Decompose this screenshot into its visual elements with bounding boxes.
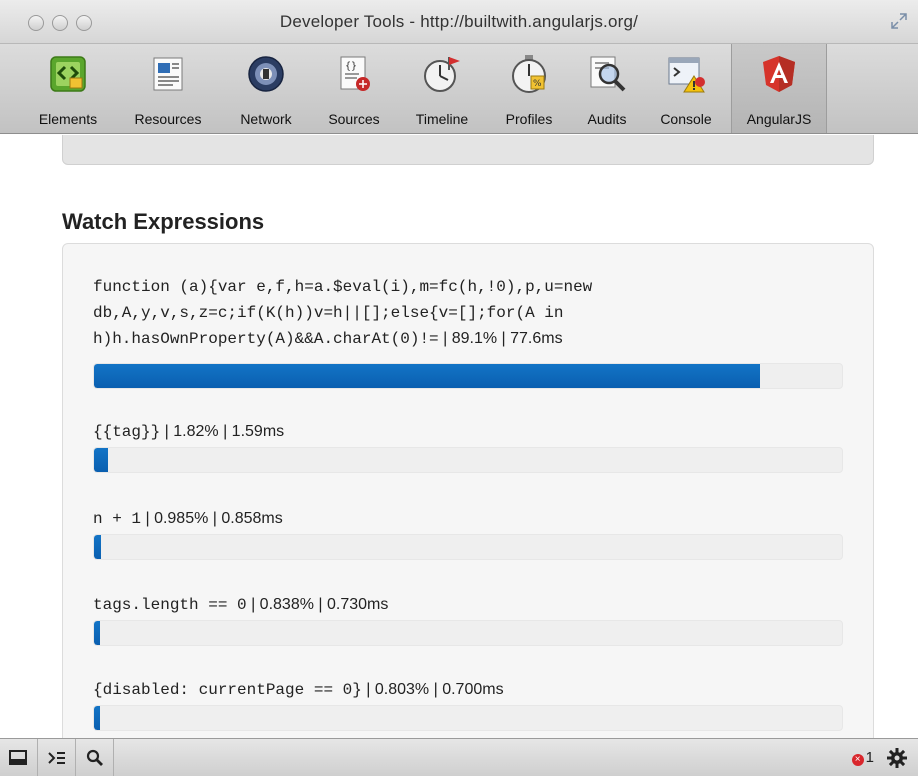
elements-icon [50,56,86,92]
console-drawer-icon [48,752,65,764]
search-button[interactable] [76,739,114,776]
watch-expressions-panel: function (a){var e,f,h=a.$eval(i),m=fc(h… [62,243,874,738]
expression-code: n + 1 [93,510,142,528]
watch-expression-item: function (a){var e,f,h=a.$eval(i),m=fc(h… [93,274,813,352]
tab-console[interactable]: Console [646,44,726,133]
previous-section-panel [62,135,874,165]
expression-timing-bar-fill [94,448,108,472]
angularjs-panel-content[interactable]: Watch Expressions function (a){var e,f,h… [0,135,918,738]
gear-icon[interactable] [886,747,908,769]
expression-timing-bar [93,620,843,646]
tab-label: AngularJS [746,111,812,127]
tab-label: Sources [328,111,380,127]
error-icon: × [851,754,864,766]
tab-profiles[interactable]: % Profiles [490,44,568,133]
tab-label: Console [660,111,712,127]
expression-code: {disabled: currentPage == 0} [93,681,362,699]
devtools-toolbar: Elements Resources Network {} Sources Ti… [0,44,918,134]
watch-expressions-title: Watch Expressions [62,209,265,234]
tab-audits[interactable]: Audits [572,44,642,133]
console-icon [668,57,705,93]
watch-expression-item: tags.length == 0 | 0.838% | 0.730ms [93,592,813,618]
tab-resources[interactable]: Resources [120,44,216,133]
watch-expression-item: n + 1 | 0.985% | 0.858ms [93,506,813,532]
tab-label: Audits [587,111,627,127]
expression-timing-bar [93,534,843,560]
fullscreen-icon[interactable] [890,12,908,30]
tab-label: Timeline [415,111,469,127]
expression-stats: | 1.82% | 1.59ms [160,423,285,440]
tab-label: Resources [134,111,202,127]
watch-expression-item: {disabled: currentPage == 0} | 0.803% | … [93,677,813,703]
svg-text:{}: {} [345,61,357,72]
svg-text:%: % [533,79,542,89]
expression-timing-bar [93,447,843,473]
expression-stats: | 0.985% | 0.858ms [141,510,283,527]
angularjs-icon [763,56,795,92]
search-icon [86,749,103,766]
timeline-icon [424,57,460,92]
expression-code: {{tag}} [93,423,161,441]
network-icon [248,56,284,92]
expression-timing-bar [93,363,843,389]
expression-stats: | 0.803% | 0.700ms [361,681,504,698]
error-counter[interactable]: × 1 [851,749,874,766]
tab-elements[interactable]: Elements [24,44,112,133]
window-title-bar: Developer Tools - http://builtwith.angul… [0,0,918,44]
show-console-button[interactable] [38,739,76,776]
tab-label: Elements [38,111,98,127]
tab-label: Network [240,111,292,127]
expression-timing-bar-fill [94,535,102,559]
resources-icon [153,57,183,91]
tab-sources[interactable]: {} Sources [314,44,394,133]
audits-icon [590,56,626,92]
tab-label: Profiles [505,111,553,127]
expression-timing-bar-fill [94,621,101,645]
expression-timing-bar-fill [94,364,761,388]
tab-timeline[interactable]: Timeline [400,44,484,133]
tab-angularjs[interactable]: AngularJS [731,44,827,133]
dock-icon [9,750,27,765]
dock-toggle-button[interactable] [0,739,38,776]
expression-code: tags.length == 0 [93,596,247,614]
watch-expression-item: {{tag}} | 1.82% | 1.59ms [93,419,813,445]
profiles-icon: % [512,55,546,93]
sources-icon: {} [340,56,370,91]
expression-timing-bar-fill [94,706,100,730]
window-title: Developer Tools - http://builtwith.angul… [279,12,639,31]
devtools-status-bar: × 1 [0,738,918,776]
expression-timing-bar [93,705,843,731]
expression-stats: | 89.1% | 77.6ms [438,330,563,347]
error-count: 1 [865,749,874,766]
expression-stats: | 0.838% | 0.730ms [246,596,389,613]
tab-network[interactable]: Network [224,44,308,133]
